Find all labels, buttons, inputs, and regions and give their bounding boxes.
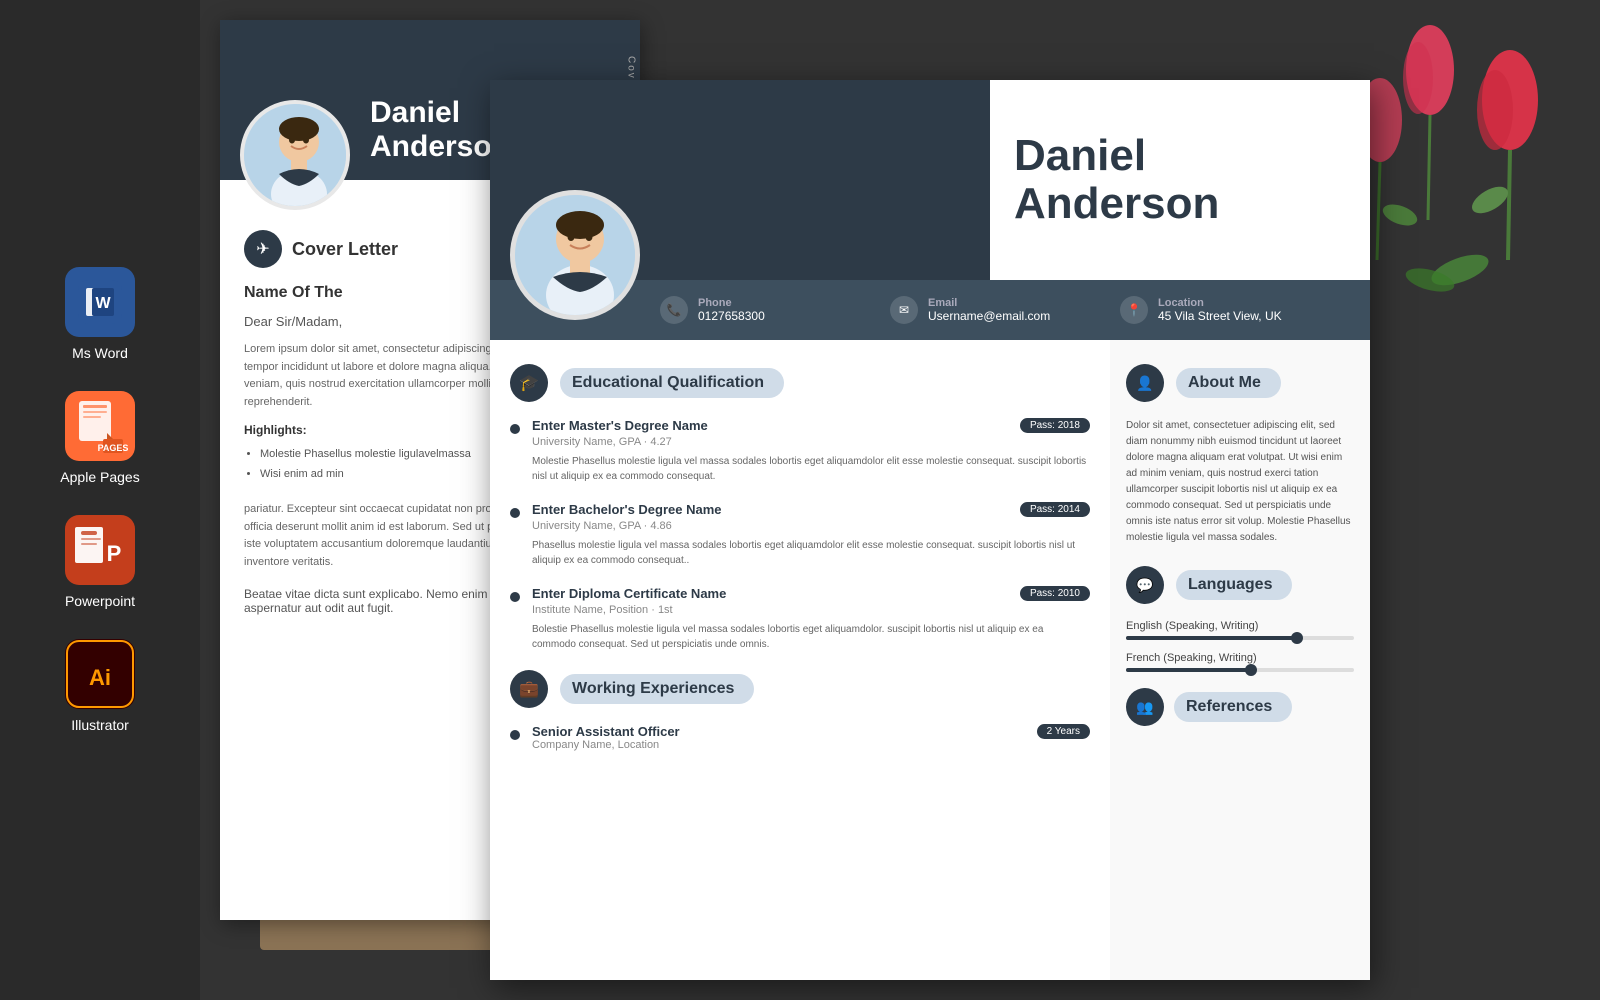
- sidebar: W Ms Word PAGES Apple Pages: [0, 0, 200, 1000]
- pass-badge-3: Pass: 2010: [1020, 586, 1090, 601]
- phone-value: 0127658300: [698, 309, 765, 323]
- sidebar-item-pages[interactable]: PAGES Apple Pages: [60, 391, 139, 485]
- contact-location: 📍 Location 45 Vila Street View, UK: [1120, 296, 1350, 324]
- ref-section-header: 👥 References: [1126, 688, 1354, 726]
- edu-desc-2: Phasellus molestie ligula vel massa soda…: [532, 538, 1090, 568]
- word-label: Ms Word: [72, 345, 128, 361]
- edu-uni-2: University Name, GPA · 4.86: [532, 520, 1090, 532]
- work-icon: 💼: [510, 670, 548, 708]
- lang-bar-2: [1126, 668, 1354, 672]
- pass-badge-2: Pass: 2014: [1020, 502, 1090, 517]
- resume-name-line1: Daniel: [1014, 132, 1219, 180]
- resume-header-name-block: Daniel Anderson: [990, 80, 1370, 280]
- edu-degree-2: Enter Bachelor's Degree Name: [532, 502, 722, 517]
- work-title: Working Experiences: [560, 674, 754, 704]
- edu-uni-3: Institute Name, Position · 1st: [532, 604, 1090, 616]
- edu-content-3: Enter Diploma Certificate Name Pass: 201…: [532, 586, 1090, 652]
- edu-desc-1: Molestie Phasellus molestie ligula vel m…: [532, 454, 1090, 484]
- lang-fill-2: [1126, 668, 1251, 672]
- work-section-header: 💼 Working Experiences: [510, 670, 1090, 708]
- languages-icon: 💬: [1126, 566, 1164, 604]
- about-section-header: 👤 About Me: [1126, 364, 1354, 402]
- languages-list: English (Speaking, Writing) French (Spea…: [1126, 620, 1354, 672]
- edu-degree-3: Enter Diploma Certificate Name: [532, 586, 726, 601]
- timeline-dot-2: [510, 508, 520, 518]
- edu-content-2: Enter Bachelor's Degree Name Pass: 2014 …: [532, 502, 1090, 568]
- svg-text:W: W: [95, 295, 111, 312]
- resume-body: 🎓 Educational Qualification Enter Master…: [490, 340, 1370, 980]
- email-value: Username@email.com: [928, 309, 1050, 323]
- lang-thumb-1: [1291, 632, 1303, 644]
- location-value: 45 Vila Street View, UK: [1158, 309, 1282, 323]
- sidebar-item-word[interactable]: W Ms Word: [65, 267, 135, 361]
- resume-left-column: 🎓 Educational Qualification Enter Master…: [490, 340, 1110, 980]
- pass-badge-1: Pass: 2018: [1020, 418, 1090, 433]
- email-icon: ✉: [890, 296, 918, 324]
- timeline-dot-1: [510, 424, 520, 434]
- work-company-1: Company Name, Location: [532, 739, 1090, 751]
- timeline-dot-3: [510, 592, 520, 602]
- cover-name-line2: Anderson: [370, 130, 510, 164]
- edu-degree-1: Enter Master's Degree Name: [532, 418, 708, 433]
- work-job-title-1: Senior Assistant Officer: [532, 724, 680, 739]
- location-label: Location: [1158, 297, 1282, 309]
- work-item-1: Senior Assistant Officer 2 Years Company…: [510, 724, 1090, 751]
- resume-name-line2: Anderson: [1014, 180, 1219, 228]
- about-title: About Me: [1176, 368, 1281, 398]
- location-icon: 📍: [1120, 296, 1148, 324]
- work-years-1: 2 Years: [1037, 724, 1090, 739]
- edu-desc-3: Bolestie Phasellus molestie ligula vel m…: [532, 622, 1090, 652]
- sidebar-item-illustrator[interactable]: Ai Illustrator: [65, 639, 135, 733]
- edu-uni-1: University Name, GPA · 4.27: [532, 436, 1090, 448]
- cover-name-line1: Daniel: [370, 96, 510, 130]
- pages-label: Apple Pages: [60, 469, 139, 485]
- svg-text:Ai: Ai: [89, 665, 111, 690]
- work-dot-1: [510, 730, 520, 740]
- illustrator-icon: Ai: [65, 639, 135, 709]
- powerpoint-label: Powerpoint: [65, 593, 135, 609]
- word-icon: W: [65, 267, 135, 337]
- powerpoint-icon: P: [65, 515, 135, 585]
- ref-icon: 👥: [1126, 688, 1164, 726]
- resume-page: Daniel Anderson Resume Of: [490, 80, 1370, 980]
- phone-icon: 📞: [660, 296, 688, 324]
- sidebar-item-powerpoint[interactable]: P Powerpoint: [65, 515, 135, 609]
- ref-title: References: [1174, 692, 1292, 722]
- edu-item-3: Enter Diploma Certificate Name Pass: 201…: [510, 586, 1090, 652]
- lang-name-1: English (Speaking, Writing): [1126, 620, 1354, 632]
- pages-icon: PAGES: [65, 391, 135, 461]
- edu-content-1: Enter Master's Degree Name Pass: 2018 Un…: [532, 418, 1090, 484]
- cover-badge-icon: ✈: [244, 230, 282, 268]
- lang-name-2: French (Speaking, Writing): [1126, 652, 1354, 664]
- lang-bar-1: [1126, 636, 1354, 640]
- resume-header: Daniel Anderson Resume Of: [490, 80, 1370, 280]
- resume-photo: [510, 190, 640, 320]
- svg-text:PAGES: PAGES: [98, 443, 129, 453]
- cover-badge-title: Cover Letter: [292, 239, 398, 260]
- resume-right-column: 👤 About Me Dolor sit amet, consectetuer …: [1110, 340, 1370, 980]
- lang-thumb-2: [1245, 664, 1257, 676]
- edu-item-1: Enter Master's Degree Name Pass: 2018 Un…: [510, 418, 1090, 484]
- languages-section-header: 💬 Languages: [1126, 566, 1354, 604]
- education-section-header: 🎓 Educational Qualification: [510, 364, 1090, 402]
- education-icon: 🎓: [510, 364, 548, 402]
- lang-item-2: French (Speaking, Writing): [1126, 652, 1354, 672]
- about-icon: 👤: [1126, 364, 1164, 402]
- cover-photo: [240, 100, 350, 210]
- work-content-1: Senior Assistant Officer 2 Years Company…: [532, 724, 1090, 751]
- phone-label: Phone: [698, 297, 765, 309]
- contact-email: ✉ Email Username@email.com: [890, 296, 1120, 324]
- lang-item-1: English (Speaking, Writing): [1126, 620, 1354, 640]
- illustrator-label: Illustrator: [71, 717, 129, 733]
- work-section: 💼 Working Experiences Senior Assistant O…: [510, 670, 1090, 751]
- languages-title: Languages: [1176, 570, 1292, 600]
- email-label: Email: [928, 297, 1050, 309]
- lang-fill-1: [1126, 636, 1297, 640]
- svg-text:P: P: [107, 541, 122, 566]
- about-me-text: Dolor sit amet, consectetuer adipiscing …: [1126, 418, 1354, 546]
- edu-item-2: Enter Bachelor's Degree Name Pass: 2014 …: [510, 502, 1090, 568]
- education-title: Educational Qualification: [560, 368, 784, 398]
- contact-phone: 📞 Phone 0127658300: [660, 296, 890, 324]
- main-area: Daniel Anderson Coverletter of ✈ Cover L…: [200, 0, 1600, 1000]
